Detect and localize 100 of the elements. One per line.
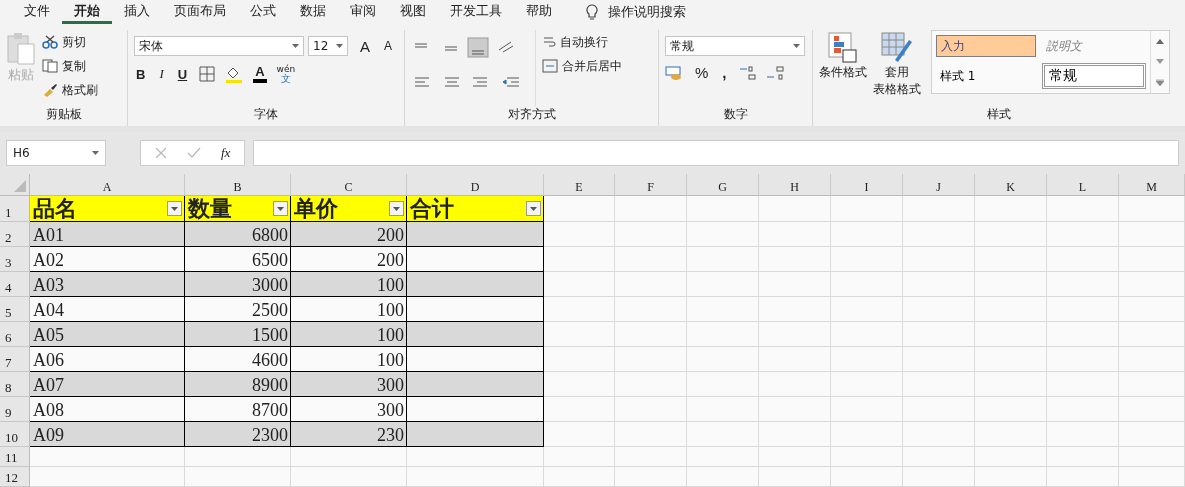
column-header[interactable]: F <box>615 174 687 196</box>
table-cell: 200 <box>291 222 407 247</box>
table-cell <box>759 272 831 297</box>
row-header[interactable]: 7 <box>0 347 30 372</box>
wrap-text-button[interactable]: 自动换行 <box>542 32 622 52</box>
cell-style-item[interactable]: 样式 1 <box>936 63 1036 89</box>
italic-button[interactable]: I <box>157 66 166 82</box>
ribbon-tab[interactable]: 页面布局 <box>162 0 238 24</box>
ribbon-tab[interactable]: 视图 <box>388 0 438 24</box>
column-header[interactable]: K <box>975 174 1047 196</box>
row-header[interactable]: 9 <box>0 397 30 422</box>
insert-function-button[interactable]: fx <box>221 145 231 161</box>
filter-dropdown-icon[interactable] <box>167 201 182 216</box>
table-cell <box>687 347 759 372</box>
format-as-table-button[interactable]: 套用 表格格式 <box>873 30 921 106</box>
row-header[interactable]: 12 <box>0 467 30 487</box>
table-cell <box>1047 447 1119 467</box>
ribbon-tab[interactable]: 审阅 <box>338 0 388 24</box>
table-cell <box>831 397 903 422</box>
row-header[interactable]: 3 <box>0 247 30 272</box>
column-header[interactable]: G <box>687 174 759 196</box>
column-header[interactable]: A <box>30 174 185 196</box>
row-header[interactable]: 8 <box>0 372 30 397</box>
copy-icon <box>42 59 58 73</box>
table-cell <box>1047 222 1119 247</box>
cell-style-item[interactable]: 常规 <box>1042 63 1146 89</box>
number-format-dropdown[interactable]: 常规 <box>665 36 805 56</box>
font-name-dropdown[interactable]: 宋体 <box>134 36 304 56</box>
column-header[interactable]: B <box>185 174 291 196</box>
cell-style-item[interactable]: 入力 <box>936 35 1036 57</box>
filter-dropdown-icon[interactable] <box>526 201 541 216</box>
row-header[interactable]: 2 <box>0 222 30 247</box>
formula-input[interactable] <box>253 140 1179 166</box>
row-header[interactable]: 1 <box>0 196 30 222</box>
table-cell <box>831 347 903 372</box>
row-header[interactable]: 10 <box>0 422 30 447</box>
cell-style-item[interactable]: 説明文 <box>1042 35 1146 57</box>
table-cell <box>687 447 759 467</box>
cancel-icon <box>155 147 167 159</box>
font-size-dropdown[interactable]: 12 <box>308 36 348 56</box>
ribbon-tab[interactable]: 数据 <box>288 0 338 24</box>
ribbon-tab[interactable]: 帮助 <box>514 0 564 24</box>
check-icon <box>187 147 201 159</box>
bold-button[interactable]: B <box>134 66 148 82</box>
table-cell <box>1119 272 1185 297</box>
table-cell <box>903 447 975 467</box>
expand-gallery-icon[interactable] <box>1156 78 1164 86</box>
merge-center-button[interactable]: 合并后居中 <box>542 56 622 76</box>
ribbon-tab[interactable]: 开发工具 <box>438 0 514 24</box>
column-header[interactable]: D <box>407 174 544 196</box>
row-header[interactable]: 11 <box>0 447 30 467</box>
percent-button[interactable]: % <box>693 64 711 81</box>
table-cell <box>759 247 831 272</box>
column-header[interactable]: J <box>903 174 975 196</box>
table-cell <box>975 322 1047 347</box>
table-cell: A05 <box>30 322 185 347</box>
table-cell <box>544 222 615 247</box>
column-header[interactable]: I <box>831 174 903 196</box>
row-header[interactable]: 4 <box>0 272 30 297</box>
table-cell <box>1119 372 1185 397</box>
ribbon-tab[interactable]: 文件 <box>12 0 62 24</box>
scroll-up-icon[interactable] <box>1156 38 1164 44</box>
cut-button[interactable]: 剪切 <box>42 32 98 52</box>
column-header[interactable]: M <box>1119 174 1185 196</box>
table-cell <box>1119 322 1185 347</box>
table-cell <box>975 196 1047 222</box>
column-header[interactable]: H <box>759 174 831 196</box>
table-cell <box>975 222 1047 247</box>
phonetic-button[interactable]: wén 文 <box>276 64 296 84</box>
shrink-font-button[interactable]: A <box>382 39 395 53</box>
column-header[interactable]: L <box>1047 174 1119 196</box>
header-text: 合计 <box>410 197 454 220</box>
table-cell <box>759 372 831 397</box>
merge-icon <box>542 59 558 73</box>
column-header[interactable]: C <box>291 174 407 196</box>
filter-dropdown-icon[interactable] <box>389 201 404 216</box>
underline-button[interactable]: U <box>175 66 190 82</box>
table-cell <box>1047 297 1119 322</box>
filter-dropdown-icon[interactable] <box>273 201 288 216</box>
ribbon-tab[interactable]: 公式 <box>238 0 288 24</box>
copy-button[interactable]: 复制 <box>42 56 98 76</box>
name-box[interactable]: H6 <box>6 140 106 166</box>
grow-font-button[interactable]: A <box>358 37 372 55</box>
comma-button[interactable]: , <box>720 64 729 81</box>
format-painter-button[interactable]: 格式刷 <box>42 80 98 100</box>
row-header[interactable]: 6 <box>0 322 30 347</box>
scroll-down-icon[interactable] <box>1156 58 1164 64</box>
column-header[interactable]: E <box>544 174 615 196</box>
conditional-format-button[interactable]: 条件格式 <box>819 30 867 106</box>
table-cell: 300 <box>291 372 407 397</box>
ribbon-tab[interactable]: 开始 <box>62 0 112 24</box>
table-cell <box>544 322 615 347</box>
currency-icon <box>665 64 683 81</box>
font-color-button[interactable]: A <box>253 65 267 83</box>
table-cell <box>831 322 903 347</box>
table-cell <box>975 467 1047 487</box>
ribbon-tab[interactable]: 插入 <box>112 0 162 24</box>
row-header[interactable]: 5 <box>0 297 30 322</box>
search-box[interactable]: 操作说明搜索 <box>608 3 686 21</box>
group-label: 样式 <box>986 106 1012 123</box>
